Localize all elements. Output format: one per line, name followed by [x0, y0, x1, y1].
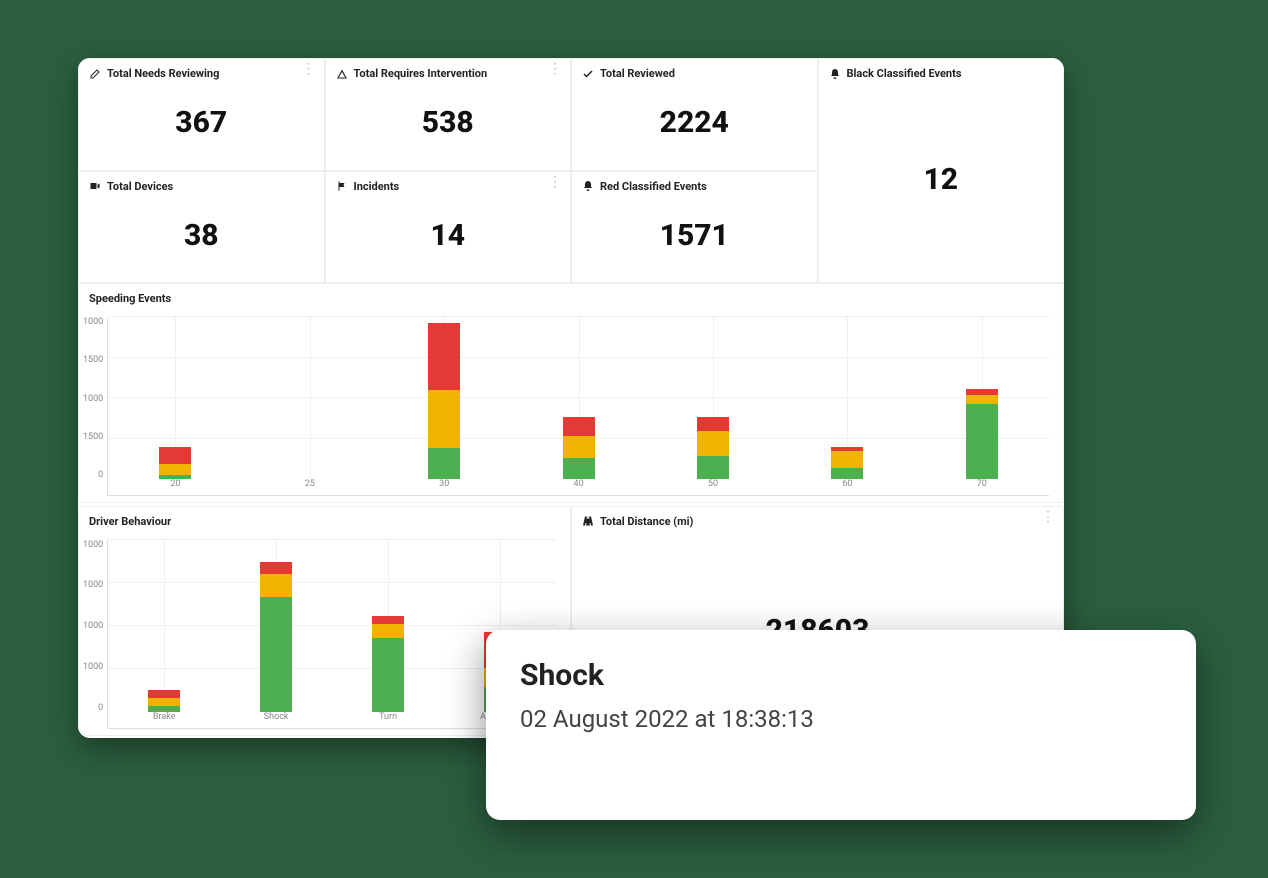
card-title: Total Devices [107, 180, 173, 193]
x-tick-label: Brake [144, 712, 184, 728]
y-axis: 1000 1000 1000 1000 0 [83, 540, 107, 729]
edit-icon [89, 68, 101, 80]
bar-segment[interactable] [428, 448, 460, 479]
bar-segment[interactable] [966, 395, 998, 405]
plot-area: 20 25 30 40 50 60 70 [107, 317, 1049, 496]
card-menu-icon[interactable]: ⋮ [1041, 513, 1055, 521]
card-incidents[interactable]: Incidents ⋮ 14 [325, 171, 572, 284]
card-title: Incidents [354, 180, 400, 193]
card-value: 367 [79, 88, 324, 170]
bar-segment[interactable] [260, 562, 292, 574]
x-tick-label: 20 [155, 479, 195, 495]
bar-segment[interactable] [966, 404, 998, 479]
bar-segment[interactable] [563, 417, 595, 436]
y-axis: 1000 1500 1000 1500 0 [83, 317, 107, 496]
bar-segment[interactable] [697, 431, 729, 456]
x-tick-label: 60 [827, 479, 867, 495]
card-devices[interactable]: Total Devices 38 [78, 171, 325, 284]
card-menu-icon[interactable]: ⋮ [548, 178, 562, 186]
bar-segment[interactable] [372, 638, 404, 711]
card-menu-icon[interactable]: ⋮ [302, 65, 316, 73]
card-red-events[interactable]: Red Classified Events 1571 [571, 171, 818, 284]
bar-segment[interactable] [831, 451, 863, 468]
popup-title: Shock [520, 658, 1162, 693]
card-value: 14 [326, 201, 571, 283]
bell-icon [829, 68, 841, 80]
card-title: Speeding Events [89, 292, 171, 305]
bar-segment[interactable] [372, 616, 404, 624]
bar-segment[interactable] [148, 698, 180, 707]
x-tick-label: 70 [962, 479, 1002, 495]
bar-segment[interactable] [697, 417, 729, 431]
card-menu-icon[interactable]: ⋮ [548, 65, 562, 73]
card-value: 2224 [572, 88, 817, 170]
card-value: 538 [326, 88, 571, 170]
bell-icon [582, 180, 594, 192]
card-title: Red Classified Events [600, 180, 707, 193]
card-title: Total Needs Reviewing [107, 67, 219, 80]
bar-segment[interactable] [428, 390, 460, 448]
bar-segment[interactable] [260, 597, 292, 711]
bar-segment[interactable] [563, 436, 595, 458]
card-requires-intervention[interactable]: Total Requires Intervention ⋮ 538 [325, 58, 572, 171]
speeding-chart: 1000 1500 1000 1500 0 20 25 30 40 50 60 70 [79, 313, 1063, 502]
x-tick-label: 50 [693, 479, 733, 495]
card-title: Driver Behaviour [89, 515, 171, 528]
card-black-events[interactable]: Black Classified Events 12 [818, 58, 1065, 283]
x-tick-label: Shock [256, 712, 296, 728]
bar-segment[interactable] [697, 456, 729, 479]
card-value: 12 [819, 88, 1064, 282]
card-title: Total Reviewed [600, 67, 675, 80]
check-icon [582, 68, 594, 80]
card-speeding-chart[interactable]: Speeding Events 1000 1500 1000 1500 0 20… [78, 283, 1064, 503]
card-title: Black Classified Events [847, 67, 962, 80]
card-value: 38 [79, 201, 324, 283]
x-tick-label: Turn [368, 712, 408, 728]
flag-icon [336, 180, 348, 192]
x-tick-label: 40 [559, 479, 599, 495]
card-reviewed[interactable]: Total Reviewed 2224 [571, 58, 818, 171]
bar-segment[interactable] [428, 323, 460, 390]
card-title: Total Distance (mi) [600, 515, 693, 528]
camera-icon [89, 180, 101, 192]
x-tick-label: 30 [424, 479, 464, 495]
popup-subtitle: 02 August 2022 at 18:38:13 [520, 705, 1162, 733]
card-title: Total Requires Intervention [354, 67, 488, 80]
x-tick-label: 25 [290, 479, 330, 495]
bar-segment[interactable] [831, 468, 863, 479]
bar-segment[interactable] [148, 690, 180, 698]
bar-segment[interactable] [563, 458, 595, 479]
warning-icon [336, 68, 348, 80]
road-icon [582, 515, 594, 527]
bar-segment[interactable] [260, 574, 292, 597]
event-popup[interactable]: Shock 02 August 2022 at 18:38:13 [486, 630, 1196, 820]
card-needs-reviewing[interactable]: Total Needs Reviewing ⋮ 367 [78, 58, 325, 171]
bar-segment[interactable] [159, 464, 191, 475]
card-value: 1571 [572, 201, 817, 283]
bar-segment[interactable] [372, 624, 404, 639]
bar-segment[interactable] [159, 447, 191, 464]
